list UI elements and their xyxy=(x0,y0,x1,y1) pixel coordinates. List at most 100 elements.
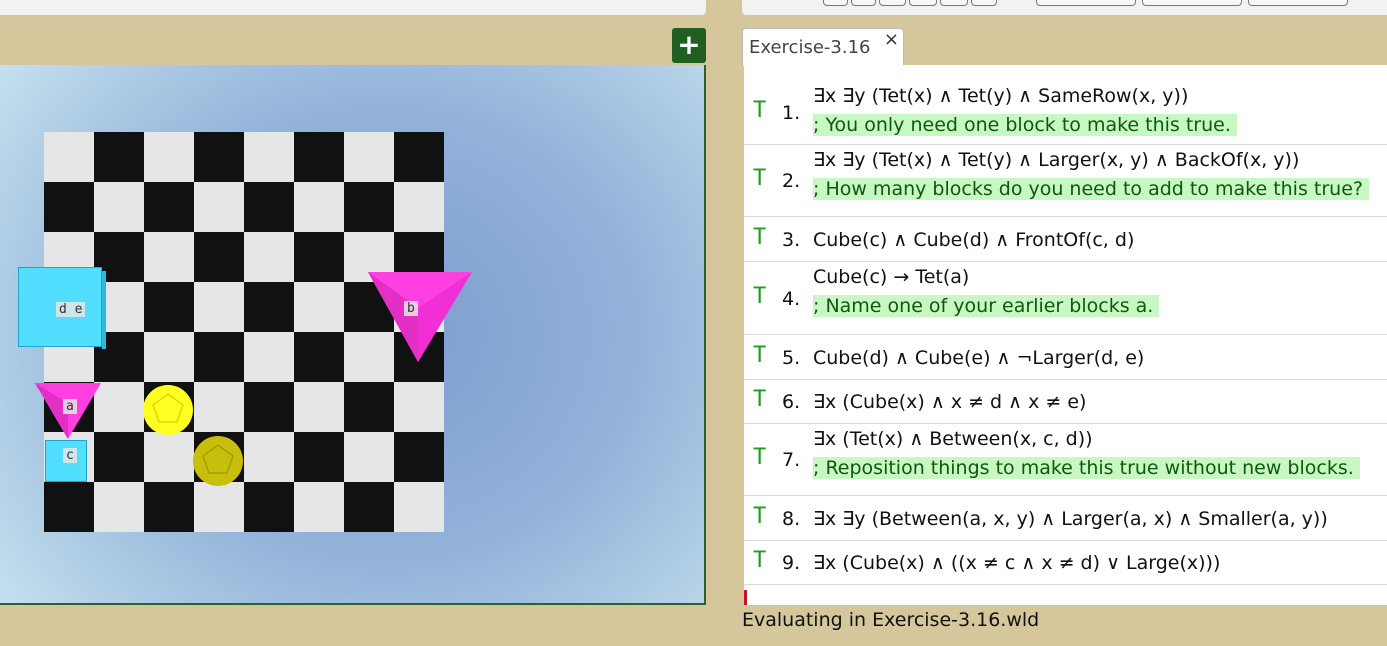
sentence-formula[interactable]: Cube(d) ∧ Cube(e) ∧ ¬Larger(d, e) xyxy=(813,347,1144,369)
board-square xyxy=(244,332,294,382)
board-square xyxy=(294,182,344,232)
sentence-formula[interactable]: ∃x ∃y (Between(a, x, y) ∧ Larger(a, x) ∧… xyxy=(813,508,1328,530)
truth-value: T xyxy=(753,548,767,573)
toolbar-button[interactable] xyxy=(909,0,937,6)
toolbar-button[interactable] xyxy=(851,0,876,6)
board-square xyxy=(144,282,194,332)
world-view[interactable]: d e b a c xyxy=(0,65,706,605)
sentence-formula[interactable]: ∃x (Tet(x) ∧ Between(x, c, d)) xyxy=(813,428,1093,450)
board-square xyxy=(244,432,294,482)
board-square xyxy=(344,482,394,532)
board-square xyxy=(144,132,194,182)
sentence-number: 9. xyxy=(782,552,801,574)
board-square xyxy=(244,132,294,182)
toolbar-button[interactable] xyxy=(1248,0,1348,6)
sentence-row[interactable]: T 9. ∃x (Cube(x) ∧ ((x ≠ c ∧ x ≠ d) ∨ Larg… xyxy=(744,541,1387,585)
toolbar-button[interactable] xyxy=(971,0,997,6)
sentence-formula[interactable]: ∃x ∃y (Tet(x) ∧ Tet(y) ∧ Larger(x, y) ∧ … xyxy=(813,149,1299,171)
board-square xyxy=(294,432,344,482)
board-square xyxy=(44,182,94,232)
sentence-number: 4. xyxy=(782,288,801,310)
board-square xyxy=(194,182,244,232)
sentence-row[interactable]: T 4. Cube(c) → Tet(a) ; Name one of your ea… xyxy=(744,262,1387,335)
error-marker xyxy=(744,590,747,605)
board-square xyxy=(144,432,194,482)
board-square xyxy=(244,382,294,432)
board-square xyxy=(244,182,294,232)
toolbar-button[interactable] xyxy=(823,0,848,6)
board-square xyxy=(44,132,94,182)
dodec-olive[interactable] xyxy=(192,434,244,488)
truth-value: T xyxy=(753,343,767,368)
sentence-row[interactable]: T 2. ∃x ∃y (Tet(x) ∧ Tet(y) ∧ Larger(x, y)… xyxy=(744,145,1387,217)
board-square xyxy=(94,182,144,232)
board-square xyxy=(194,232,244,282)
tet-b[interactable] xyxy=(368,272,472,362)
sentence-comment: ; Name one of your earlier blocks a. xyxy=(813,295,1160,317)
truth-value: T xyxy=(753,225,767,250)
block-label-b: b xyxy=(404,301,418,316)
board-square xyxy=(94,482,144,532)
board-square xyxy=(144,182,194,232)
toolbar-button[interactable] xyxy=(1036,0,1136,6)
toolbar-button[interactable] xyxy=(879,0,906,6)
sentence-formula[interactable]: ∃x (Cube(x) ∧ x ≠ d ∧ x ≠ e) xyxy=(813,391,1086,413)
sentence-row[interactable]: T 5. Cube(d) ∧ Cube(e) ∧ ¬Larger(d, e) xyxy=(744,335,1387,380)
dodec-yellow[interactable] xyxy=(142,383,194,437)
board-square xyxy=(94,382,144,432)
board-square xyxy=(44,482,94,532)
sentence-row[interactable]: T 6. ∃x (Cube(x) ∧ x ≠ d ∧ x ≠ e) xyxy=(744,380,1387,424)
board-square xyxy=(294,482,344,532)
board-square xyxy=(94,432,144,482)
truth-value: T xyxy=(753,166,767,191)
board-square xyxy=(394,432,444,482)
board-square xyxy=(244,482,294,532)
sentence-row[interactable]: T 7. ∃x (Tet(x) ∧ Between(x, c, d)) ; Repos… xyxy=(744,424,1387,496)
truth-value: T xyxy=(753,284,767,309)
sentence-row[interactable]: T 1. ∃x ∃y (Tet(x) ∧ Tet(y) ∧ SameRow(x, y… xyxy=(744,81,1387,145)
board-square xyxy=(244,232,294,282)
board-square xyxy=(394,482,444,532)
sentence-number: 1. xyxy=(782,102,801,124)
toolbar-button[interactable] xyxy=(940,0,968,6)
toolbar-button[interactable] xyxy=(1142,0,1242,6)
board-square xyxy=(294,332,344,382)
block-label-a: a xyxy=(63,399,77,414)
block-label-de: d e xyxy=(56,302,86,317)
sentence-number: 2. xyxy=(782,170,801,192)
board-square xyxy=(294,282,344,332)
sentence-comment: ; How many blocks do you need to add to … xyxy=(813,178,1369,200)
close-icon[interactable]: × xyxy=(884,29,899,50)
board-square xyxy=(194,332,244,382)
block-label-c: c xyxy=(63,448,77,463)
board-square xyxy=(394,182,444,232)
sentence-number: 7. xyxy=(782,449,801,471)
board-square xyxy=(144,232,194,282)
sentence-number: 8. xyxy=(782,508,801,530)
sentence-formula[interactable]: ∃x ∃y (Tet(x) ∧ Tet(y) ∧ SameRow(x, y)) xyxy=(813,85,1188,107)
board-square xyxy=(94,132,144,182)
sentence-formula[interactable]: Cube(c) ∧ Cube(d) ∧ FrontOf(c, d) xyxy=(813,229,1134,251)
board-square xyxy=(344,132,394,182)
board-square xyxy=(194,132,244,182)
board-square xyxy=(344,432,394,482)
board-square xyxy=(344,182,394,232)
sentence-comment: ; You only need one block to make this t… xyxy=(813,114,1237,136)
add-block-button[interactable]: + xyxy=(672,28,706,63)
sentence-formula[interactable]: ∃x (Cube(x) ∧ ((x ≠ c ∧ x ≠ d) ∨ Large(x… xyxy=(813,552,1220,574)
sentence-comment: ; Reposition things to make this true wi… xyxy=(813,457,1360,479)
sentence-formula[interactable]: Cube(c) → Tet(a) xyxy=(813,266,969,288)
truth-value: T xyxy=(753,445,767,470)
board-square xyxy=(244,282,294,332)
sentence-row[interactable]: T 3. Cube(c) ∧ Cube(d) ∧ FrontOf(c, d) xyxy=(744,217,1387,262)
truth-value: T xyxy=(753,504,767,529)
tab-exercise[interactable]: Exercise-3.16 × xyxy=(742,28,904,66)
board-square xyxy=(144,482,194,532)
sentence-row[interactable]: T 8. ∃x ∃y (Between(a, x, y) ∧ Larger(a, x… xyxy=(744,496,1387,541)
cube-de[interactable]: d e xyxy=(18,267,106,349)
board-square xyxy=(294,382,344,432)
sentence-panel[interactable]: T 1. ∃x ∃y (Tet(x) ∧ Tet(y) ∧ SameRow(x, y… xyxy=(744,65,1387,605)
board-square xyxy=(194,382,244,432)
board-square xyxy=(294,232,344,282)
board-square xyxy=(194,482,244,532)
